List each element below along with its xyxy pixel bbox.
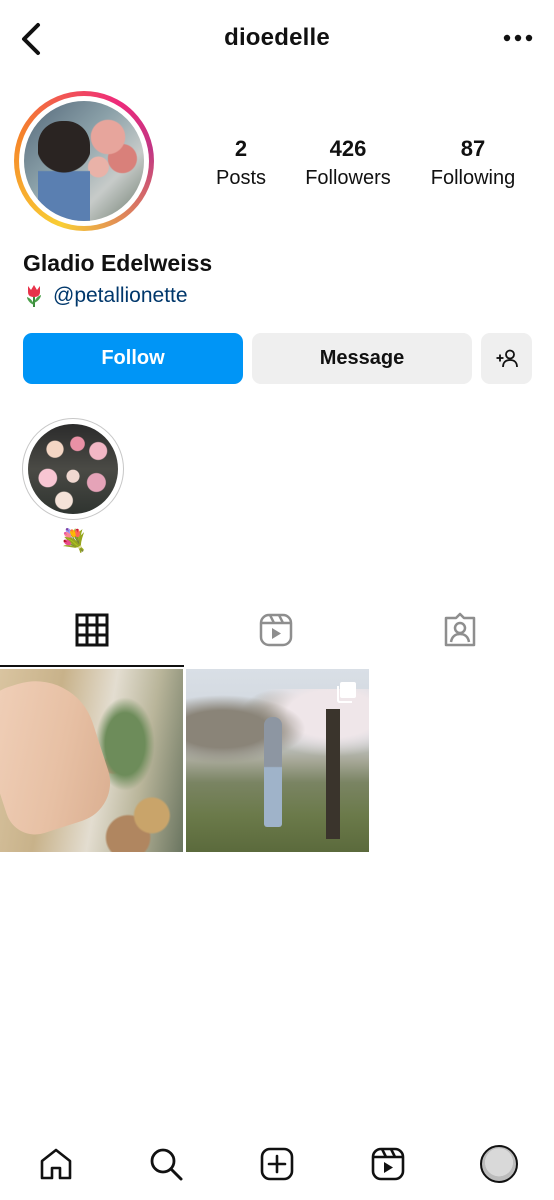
create-icon [260, 1147, 294, 1181]
post-thumbnail[interactable] [186, 669, 369, 852]
reels-icon [259, 613, 293, 647]
following-label: Following [430, 167, 516, 189]
suggested-users-button[interactable] [481, 333, 532, 384]
profile-full-name: Gladio Edelweiss [23, 250, 213, 276]
follow-button[interactable]: Follow [23, 333, 243, 384]
posts-count: 2 [234, 136, 248, 161]
reels-icon [371, 1147, 405, 1181]
following-stat[interactable]: 87 Following [413, 136, 533, 192]
grid-icon [75, 613, 109, 647]
carousel-icon [337, 682, 356, 703]
profile-username: dioedelle [224, 24, 330, 51]
tab-tagged[interactable] [368, 606, 552, 654]
nav-search[interactable] [144, 1142, 188, 1186]
home-icon [40, 1148, 72, 1180]
story-highlight[interactable] [22, 418, 124, 520]
profile-avatar[interactable] [14, 91, 154, 231]
active-tab-indicator [0, 665, 184, 667]
followers-count: 426 [329, 136, 367, 161]
nav-home[interactable] [34, 1142, 78, 1186]
nav-profile[interactable] [477, 1142, 521, 1186]
avatar-photo [24, 101, 144, 221]
nav-create[interactable] [255, 1142, 299, 1186]
followers-stat[interactable]: 426 Followers [288, 136, 408, 192]
posts-label: Posts [215, 167, 267, 189]
add-user-icon [496, 349, 518, 367]
tagged-icon [444, 612, 476, 647]
more-icon [503, 34, 533, 42]
highlight-cover [28, 424, 118, 514]
mention-link[interactable]: @petallionette [53, 284, 188, 308]
nav-reels[interactable] [366, 1142, 410, 1186]
post-thumbnail[interactable] [0, 669, 183, 852]
more-options-button[interactable] [500, 26, 536, 50]
search-icon [150, 1148, 183, 1181]
highlight-label: 💐 [60, 528, 88, 553]
tulip-icon [27, 285, 41, 307]
following-count: 87 [460, 136, 486, 161]
bio-row: @petallionette [23, 283, 188, 309]
tab-reels[interactable] [184, 606, 368, 654]
posts-stat[interactable]: 2 Posts [181, 136, 301, 192]
profile-avatar-icon [480, 1145, 518, 1183]
message-button[interactable]: Message [252, 333, 472, 384]
followers-label: Followers [305, 167, 391, 189]
tab-posts-grid[interactable] [0, 606, 184, 654]
